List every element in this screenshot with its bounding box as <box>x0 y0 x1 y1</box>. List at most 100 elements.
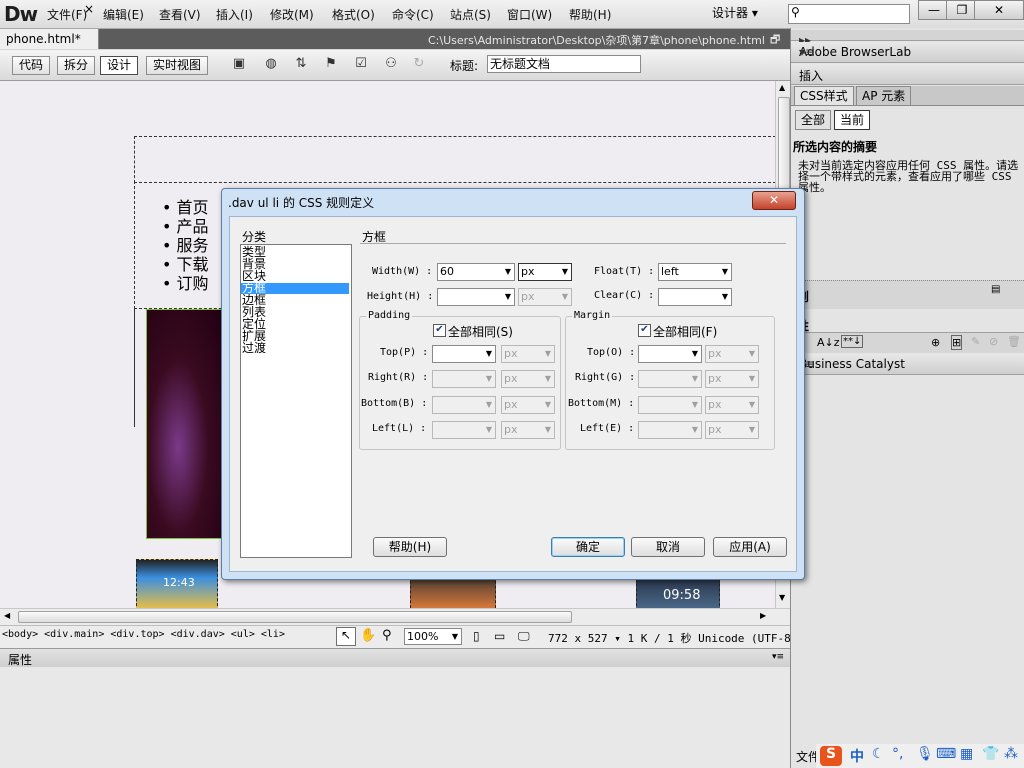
help-search-input[interactable]: ⚲ <box>788 4 910 24</box>
margin-left-input[interactable]: ▼ <box>638 421 702 439</box>
margin-top-input[interactable]: ▼ <box>638 345 702 363</box>
delete-icon[interactable]: 🗑 <box>1007 335 1021 348</box>
sort-az-icon[interactable]: A↓z <box>817 336 840 349</box>
all-mode-button[interactable]: 全部 <box>795 110 832 130</box>
keyboard-icon[interactable]: ⌨ <box>936 746 956 762</box>
margin-top-unit[interactable]: px ▼ <box>705 345 759 363</box>
padding-bottom-unit[interactable]: px ▼ <box>501 396 555 414</box>
rule-panel-icon[interactable]: ▤ <box>991 284 1000 295</box>
menu-format[interactable]: 格式(O) <box>332 6 375 23</box>
float-select[interactable]: left ▼ <box>658 263 732 281</box>
attach-stylesheet-icon[interactable]: ⊕ <box>931 336 940 349</box>
panel-menu-icon[interactable]: ▾≡ <box>799 45 1020 59</box>
tab-ap-elements[interactable]: AP 元素 <box>856 86 912 105</box>
menu-commands[interactable]: 命令(C) <box>392 6 434 23</box>
live-view-button[interactable]: 实时视图 <box>146 56 209 75</box>
browserlab-panel-header[interactable]: Adobe BrowserLab ▾≡ <box>791 42 1024 63</box>
edit-rule-icon[interactable]: ✎ <box>971 335 980 348</box>
sogou-logo-icon[interactable]: S <box>820 746 842 766</box>
restore-icon[interactable]: 🗗 <box>770 31 780 50</box>
margin-same-checkbox[interactable]: ✔ <box>638 324 651 337</box>
pointer-tool-icon[interactable]: ↖ <box>336 627 356 646</box>
file-management-icon[interactable]: ⇅ <box>290 56 312 74</box>
help-button[interactable]: 帮助(H) <box>373 537 447 557</box>
multiscreen-icon[interactable]: ▣ <box>228 56 250 74</box>
skin-icon[interactable]: 👕 <box>982 746 999 762</box>
menu-edit[interactable]: 编辑(E) <box>103 6 144 23</box>
width-unit-select[interactable]: px ▼ <box>518 263 572 281</box>
refresh-icon[interactable]: ↻ <box>408 56 430 74</box>
width-input[interactable]: 60 ▼ <box>437 263 515 281</box>
cancel-button[interactable]: 取消 <box>631 537 705 557</box>
padding-same-checkbox[interactable]: ✔ <box>433 324 446 337</box>
menu-help[interactable]: 帮助(H) <box>569 6 611 23</box>
current-mode-button[interactable]: 当前 <box>834 110 871 130</box>
window-close-button[interactable]: ✕ <box>974 0 1024 20</box>
grid-menu-icon[interactable]: ⁂ <box>1004 746 1018 762</box>
padding-bottom-input[interactable]: ▼ <box>432 396 496 414</box>
zoom-tool-icon[interactable]: ⚲ <box>382 628 392 643</box>
tablet-size-icon[interactable]: ▭ <box>494 629 505 643</box>
design-view-button[interactable]: 设计 <box>100 56 139 75</box>
menu-view[interactable]: 查看(V) <box>159 6 201 23</box>
panel-menu-icon[interactable]: ▾≡ <box>799 357 1020 371</box>
microphone-icon[interactable]: 🎙 <box>916 746 934 762</box>
margin-right-unit[interactable]: px ▼ <box>705 370 759 388</box>
tag-selector[interactable]: <body> <div.main> <div.top> <div.dav> <u… <box>2 629 285 640</box>
margin-bottom-unit[interactable]: px ▼ <box>705 396 759 414</box>
margin-left-unit[interactable]: px ▼ <box>705 421 759 439</box>
insert-panel-header[interactable]: 插入 <box>791 64 1024 85</box>
document-title-input[interactable]: 无标题文档 <box>487 55 641 73</box>
scroll-right-icon[interactable]: ▶ <box>760 611 766 620</box>
check-compat-icon[interactable]: ☑ <box>350 56 372 74</box>
validate-icon[interactable]: ⚇ <box>380 56 402 74</box>
panel-menu-icon[interactable]: ▾≡ <box>772 652 784 662</box>
padding-top-unit[interactable]: px ▼ <box>501 345 555 363</box>
ime-lang-toggle[interactable]: 中 <box>850 746 864 766</box>
margin-right-input[interactable]: ▼ <box>638 370 702 388</box>
code-view-button[interactable]: 代码 <box>12 56 51 75</box>
menu-site[interactable]: 站点(S) <box>450 6 491 23</box>
toolbox-icon[interactable]: ▦ <box>960 746 973 762</box>
dialog-close-button[interactable]: ✕ <box>752 191 796 210</box>
visual-aids-icon[interactable]: ⚑ <box>320 56 342 74</box>
ok-button[interactable]: 确定 <box>551 537 625 557</box>
menu-file[interactable]: 文件(F) <box>47 6 87 23</box>
margin-bottom-input[interactable]: ▼ <box>638 396 702 414</box>
height-input[interactable]: ▼ <box>437 288 515 306</box>
padding-top-input[interactable]: ▼ <box>432 345 496 363</box>
punctuation-icon[interactable]: °, <box>892 746 903 762</box>
scroll-up-icon[interactable]: ▲ <box>779 83 785 92</box>
desktop-size-icon[interactable]: 🖵 <box>518 629 530 644</box>
horizontal-scroll-thumb[interactable] <box>18 611 572 623</box>
split-view-button[interactable]: 拆分 <box>57 56 96 75</box>
properties-section[interactable]: 性 <box>791 312 1024 333</box>
business-catalyst-header[interactable]: Business Catalyst ▾≡ <box>791 354 1024 375</box>
rules-section[interactable]: 则 ▤ <box>791 280 1024 309</box>
tab-close-icon[interactable]: × <box>84 2 94 16</box>
show-set-properties-icon[interactable]: **↓ <box>841 335 864 348</box>
workspace-switcher[interactable]: 设计器 ▾ <box>712 4 758 21</box>
tab-css-styles[interactable]: CSS样式 <box>794 86 854 105</box>
apply-button[interactable]: 应用(A) <box>713 537 787 557</box>
disable-icon[interactable]: ⊘ <box>989 335 998 348</box>
padding-right-input[interactable]: ▼ <box>432 370 496 388</box>
padding-left-input[interactable]: ▼ <box>432 421 496 439</box>
menu-window[interactable]: 窗口(W) <box>507 6 552 23</box>
panel-dock-grip[interactable]: ▸▸ <box>791 30 1024 47</box>
scroll-left-icon[interactable]: ◀ <box>4 611 10 620</box>
height-unit-select[interactable]: px ▼ <box>518 288 572 306</box>
category-item[interactable]: 过渡 <box>242 342 266 354</box>
moon-icon[interactable]: ☾ <box>872 746 885 762</box>
menu-modify[interactable]: 修改(M) <box>270 6 314 23</box>
nav-item-order[interactable]: • 订购 <box>162 270 209 294</box>
hand-tool-icon[interactable]: ✋ <box>360 628 376 643</box>
padding-left-unit[interactable]: px ▼ <box>501 421 555 439</box>
clear-select[interactable]: ▼ <box>658 288 732 306</box>
mobile-size-icon[interactable]: ▯ <box>473 629 480 643</box>
padding-right-unit[interactable]: px ▼ <box>501 370 555 388</box>
zoom-select[interactable]: 100% ▼ <box>404 628 462 645</box>
new-rule-icon[interactable]: ⊞ <box>951 335 963 350</box>
properties-panel-header[interactable]: 属性 ▾≡ <box>0 648 790 667</box>
menu-insert[interactable]: 插入(I) <box>216 6 253 23</box>
